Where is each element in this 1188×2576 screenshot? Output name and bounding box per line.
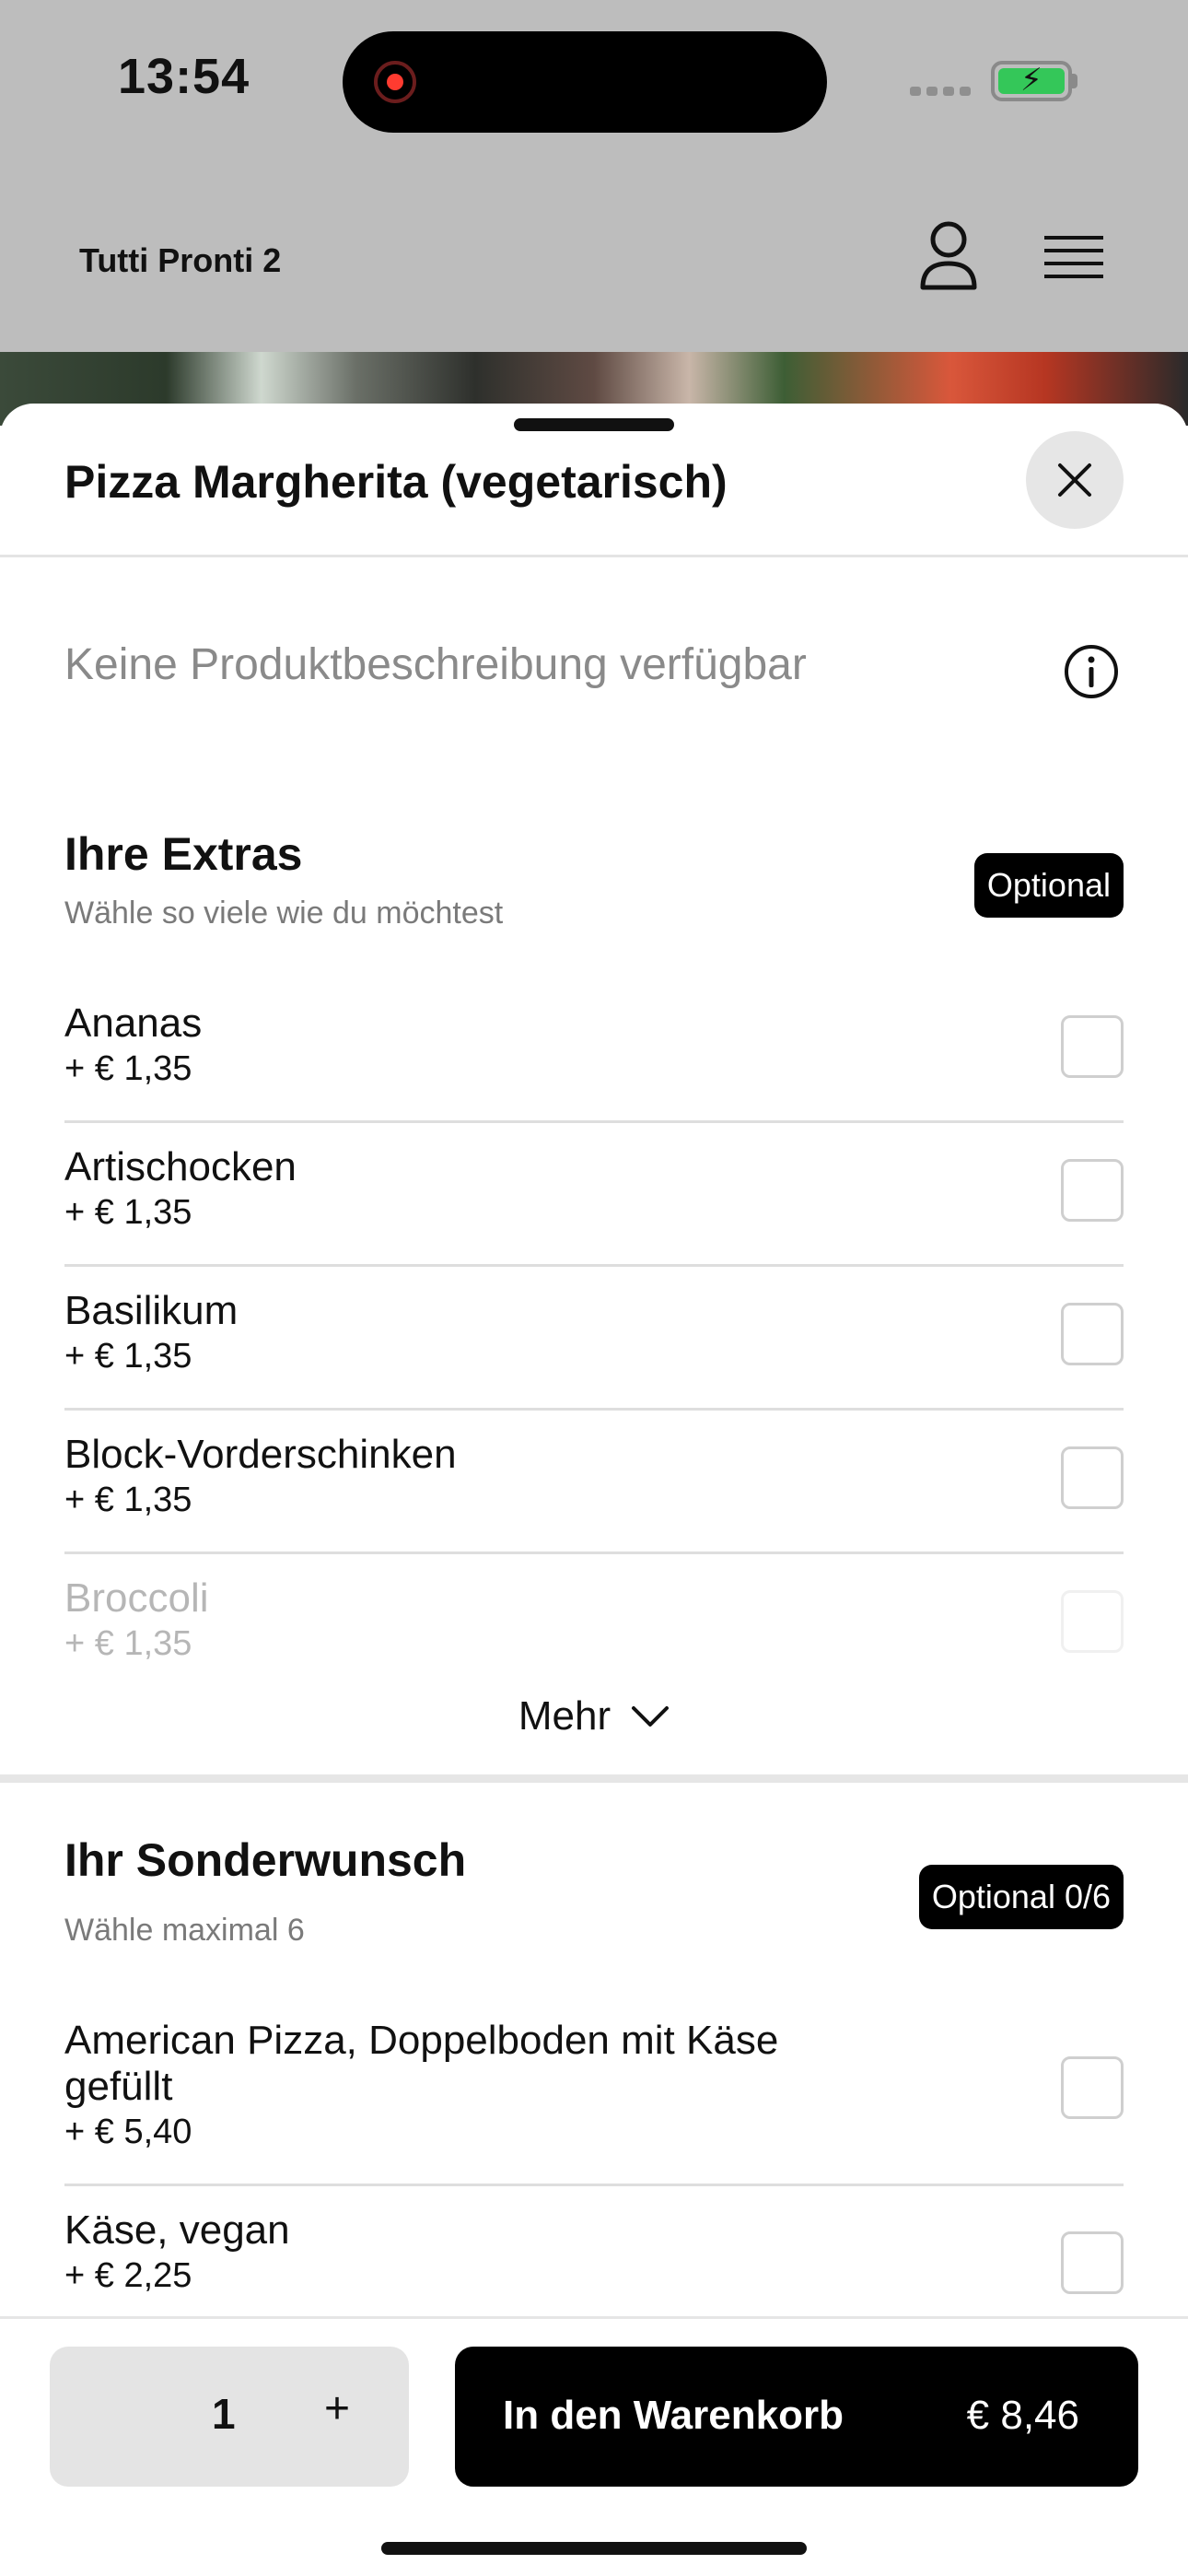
sheet-grabber[interactable] <box>514 418 674 431</box>
product-sheet: Pizza Margherita (vegetarisch) Keine Pro… <box>0 404 1188 2576</box>
special-title: Ihr Sonderwunsch <box>64 1834 467 1886</box>
section-separator <box>0 1774 1188 1783</box>
battery-tip <box>1072 74 1077 88</box>
more-button[interactable]: Mehr <box>0 1693 1188 1739</box>
increase-quantity-button[interactable]: + <box>324 2383 350 2434</box>
close-icon <box>1058 463 1091 497</box>
special-subtitle: Wähle maximal 6 <box>64 1913 305 1948</box>
option-checkbox[interactable] <box>1061 1590 1124 1653</box>
special-option-american-pizza[interactable]: American Pizza, Doppelboden mit Käse gef… <box>64 2018 1124 2154</box>
product-description: Keine Produktbeschreibung verfügbar <box>64 640 807 689</box>
status-time: 13:54 <box>118 49 250 104</box>
quantity-stepper[interactable]: 1 + <box>50 2347 409 2487</box>
chevron-down-icon <box>632 1706 670 1727</box>
option-name: Block-Vorderschinken <box>64 1432 457 1477</box>
extra-option-broccoli[interactable]: Broccoli + € 1,35 <box>64 1575 1124 1666</box>
background-page: 13:54 ⚡ Tutti Pronti 2 <box>0 0 1188 426</box>
option-divider <box>64 1120 1124 1123</box>
option-price: + € 1,35 <box>64 1193 192 1232</box>
extra-option-artischocken[interactable]: Artischocken + € 1,35 <box>64 1144 1124 1235</box>
option-checkbox[interactable] <box>1061 2231 1124 2294</box>
option-price: + € 1,35 <box>64 1481 192 1519</box>
close-button[interactable] <box>1026 431 1124 529</box>
extra-option-block-vorderschinken[interactable]: Block-Vorderschinken + € 1,35 <box>64 1432 1124 1522</box>
dynamic-island <box>343 31 827 133</box>
home-indicator <box>381 2542 807 2555</box>
extra-option-ananas[interactable]: Ananas + € 1,35 <box>64 1001 1124 1091</box>
option-name: Artischocken <box>64 1144 297 1189</box>
info-icon[interactable] <box>1063 643 1120 700</box>
option-checkbox[interactable] <box>1061 1446 1124 1509</box>
option-price: + € 1,35 <box>64 1049 192 1088</box>
option-checkbox[interactable] <box>1061 2056 1124 2119</box>
extras-subtitle: Wähle so viele wie du möchtest <box>64 896 504 931</box>
option-divider <box>64 1551 1124 1554</box>
option-checkbox[interactable] <box>1061 1303 1124 1365</box>
option-name: Basilikum <box>64 1288 239 1333</box>
option-price: + € 1,35 <box>64 1624 192 1663</box>
product-title: Pizza Margherita (vegetarisch) <box>64 456 728 508</box>
special-option-kaese-vegan[interactable]: Käse, vegan + € 2,25 <box>64 2207 1124 2298</box>
option-price: + € 2,25 <box>64 2256 192 2295</box>
option-divider <box>64 1408 1124 1411</box>
add-to-cart-label: In den Warenkorb <box>503 2393 844 2438</box>
option-name: Broccoli <box>64 1575 209 1621</box>
status-bar: 13:54 ⚡ <box>0 0 1188 157</box>
extras-title: Ihre Extras <box>64 828 303 880</box>
option-divider <box>64 2184 1124 2186</box>
signal-icon <box>910 87 971 96</box>
app-title: Tutti Pronti 2 <box>79 241 282 279</box>
add-to-cart-button[interactable]: In den Warenkorb € 8,46 <box>455 2347 1138 2487</box>
extras-badge: Optional <box>973 853 1124 918</box>
option-price: + € 1,35 <box>64 1337 192 1376</box>
battery-icon: ⚡ <box>991 61 1072 101</box>
cart-total-price: € 8,46 <box>966 2393 1079 2438</box>
bottom-action-bar: 1 + In den Warenkorb € 8,46 <box>0 2316 1188 2576</box>
option-checkbox[interactable] <box>1061 1015 1124 1078</box>
special-badge: Optional 0/6 <box>918 1865 1124 1929</box>
option-name: Ananas <box>64 1001 203 1046</box>
user-icon[interactable] <box>917 219 980 293</box>
recording-indicator-icon <box>374 61 416 103</box>
option-name: Käse, vegan <box>64 2207 290 2253</box>
option-name: American Pizza, Doppelboden mit Käse gef… <box>64 2018 779 2109</box>
option-checkbox[interactable] <box>1061 1159 1124 1222</box>
header-divider <box>0 555 1188 557</box>
menu-icon[interactable] <box>1044 234 1103 282</box>
quantity-value: 1 <box>212 2390 236 2438</box>
option-divider <box>64 1264 1124 1267</box>
option-price: + € 5,40 <box>64 2113 192 2151</box>
extra-option-basilikum[interactable]: Basilikum + € 1,35 <box>64 1288 1124 1378</box>
more-label: Mehr <box>518 1693 611 1739</box>
